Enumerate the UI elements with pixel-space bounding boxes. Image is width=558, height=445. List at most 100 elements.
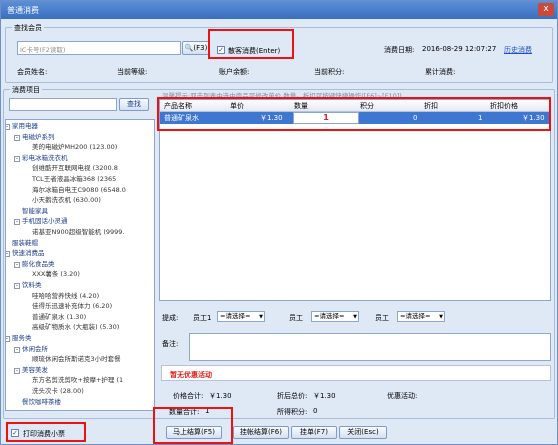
tree-expander-icon[interactable]: - [6,336,10,342]
checkout-button[interactable]: 马上结算(F5) [166,426,222,439]
tree-product[interactable]: TCL王者液晶冰箱368 (2365 [32,176,116,183]
tree-expander-icon[interactable]: - [14,261,20,268]
tree-category[interactable]: 服务类 [12,335,32,342]
tree-product[interactable]: 小天鹅洗衣机 (630.00) [32,197,101,204]
employee1-label: 员工1 [193,314,212,322]
tree-category[interactable]: 膨化食品类 [22,260,55,268]
row-discount: 1 [478,114,483,122]
tree-product[interactable]: 东方名剪洗剪吹+按摩+护理 (1 [32,377,123,384]
tree-category[interactable]: 彩电冰箱洗衣机 [22,154,68,162]
employee1-select[interactable]: =请选择= ▼ [217,311,265,322]
qty-total-value: 1 [205,407,210,415]
tree-category[interactable]: 餐饮咖啡茶楼 [22,398,61,406]
tree-category[interactable]: 手机固话小灵通 [22,218,68,225]
order-grid: 产品名称 单价 数量 积分 折扣 折扣价格 普通矿泉水 ￥1.30 1 0 1 … [159,99,551,301]
chevron-down-icon: ▼ [353,314,357,320]
tree-product[interactable]: 海尔冰箱自电王C9080 (6548.0 [32,186,126,194]
table-row[interactable]: 普通矿泉水 ￥1.30 1 0 1 ￥1.30 [160,112,550,124]
employee2-select-value: =请选择= [314,312,345,320]
tree-category[interactable]: 饮料类 [22,282,42,289]
member-search-button[interactable]: 🔍(F3) [182,41,210,55]
tree-expander-icon[interactable]: - [14,155,20,162]
tree-category[interactable]: 美容美发 [22,366,48,374]
tree-expander-icon[interactable]: - [14,219,20,226]
promo-bar: 暂无优惠活动 [161,365,551,381]
tree-expander-icon[interactable]: - [6,124,10,130]
cumulative-spend-label: 累计消费: [425,68,456,76]
tree-expander-icon[interactable]: - [14,283,20,289]
member-level-label: 当前等级: [117,68,148,76]
tree-expander-icon[interactable]: - [14,134,20,141]
tree-product[interactable]: 佳得乐迅速补充体力 (6.20) [32,303,112,310]
col-disc-price-header: 折扣价格 [490,102,518,110]
grid-header: 产品名称 单价 数量 积分 折扣 折扣价格 [160,100,550,112]
tree-expander-icon[interactable]: - [14,346,20,353]
employee3-label: 员工 [375,314,389,322]
col-discount-header: 折扣 [424,102,438,110]
row-qty-editor[interactable]: 1 [293,112,359,124]
tree-expander-icon[interactable]: - [14,367,20,374]
employee3-select-value: =请选择= [400,312,431,320]
remark-label: 备注: [162,340,179,348]
tree-product[interactable]: 美的电磁炉MH200 (123.00) [32,144,117,151]
disc-total-label: 折后总价: [277,392,308,400]
tree-product[interactable]: XXX薯条 (3.20) [32,271,80,278]
guest-checkbox[interactable]: ✓ [217,46,225,54]
tree-category[interactable]: 服装鞋帽 [12,239,38,247]
close-window-button[interactable]: x [538,3,554,16]
card-number-input[interactable]: IC卡号(F2读取) [17,41,181,55]
employee2-label: 员工 [289,314,303,322]
row-name: 普通矿泉水 [164,114,199,122]
col-points-header: 积分 [360,102,374,110]
chevron-down-icon: ▼ [439,314,443,320]
employee3-select[interactable]: =请选择= ▼ [397,311,445,322]
tree-product[interactable]: 洗头次卡 (28.00) [32,388,84,395]
print-receipt-checkbox[interactable]: ✓ [11,429,19,437]
commission-label: 提成: [162,314,179,322]
tree-product[interactable]: 顺琉休闲会所斯诺克3小时套餐 [32,356,121,363]
tree-product[interactable]: 哇哈哈营养快线 (4.20) [32,292,99,300]
tree-category[interactable]: 智能家具 [22,207,48,215]
tree-category[interactable]: 休闲会所 [22,345,48,353]
row-points: 0 [413,114,418,122]
tree-product[interactable]: 诺基亚N900超级智能机 (9999. [32,229,124,236]
tree-category[interactable]: 电磁炉系列 [22,133,55,141]
row-disc-price: ￥1.30 [522,114,545,122]
tree-product[interactable]: 创维酷开互联网电视 (3200.8 [32,165,118,172]
promo-activity-label: 优惠活动: [387,392,418,400]
guest-checkbox-label: 散客消费(Enter) [228,47,281,55]
tree-category[interactable]: 家用电器 [12,123,38,130]
date-value: 2016-08-29 12:07:27 [422,45,497,53]
consumption-window: 普通消费 x 查找会员 IC卡号(F2读取) 🔍(F3) ✓ 散客消费(Ente… [0,0,558,445]
remark-textarea[interactable] [189,333,551,361]
history-link[interactable]: 历史消费 [504,45,532,55]
print-receipt-label: 打印消费小票 [23,430,65,438]
employee1-select-value: =请选择= [220,312,251,320]
item-search-button[interactable]: 查找 [119,98,149,111]
title-bar: 普通消费 x [1,1,557,19]
tree-expander-icon[interactable]: - [6,251,10,258]
qty-total-label: 数量合计: [169,408,200,416]
member-name-label: 会员姓名: [17,68,48,76]
hang-checkout-button[interactable]: 挂帐结算(F6) [233,426,289,439]
employee2-select[interactable]: =请选择= ▼ [311,311,359,322]
col-price-header: 单价 [230,102,244,110]
col-qty-header: 数量 [294,102,308,110]
window-title: 普通消费 [7,6,39,15]
item-search-input[interactable] [9,98,117,111]
price-total-value: ￥1.30 [209,392,232,400]
items-group-title: 消费项目 [10,85,42,95]
promo-text: 暂无优惠活动 [170,371,212,379]
member-group-title: 查找会员 [12,23,44,33]
tree-category[interactable]: 快速消费品 [12,250,45,257]
account-balance-label: 账户余额: [219,68,250,76]
hang-order-button[interactable]: 挂单(F7) [291,426,337,439]
points-earned-value: 0 [313,407,318,415]
price-total-label: 价格合计: [173,392,204,400]
current-points-label: 当前积分: [314,68,345,76]
member-search-label: (F3) [193,44,208,52]
tree-product[interactable]: 高级矿物质水 (大瓶装) (5.30) [32,324,119,331]
points-earned-label: 所得积分: [277,408,308,416]
tree-product[interactable]: 普通矿泉水 (1.30) [32,313,86,321]
close-button[interactable]: 关闭(Esc) [339,426,387,439]
